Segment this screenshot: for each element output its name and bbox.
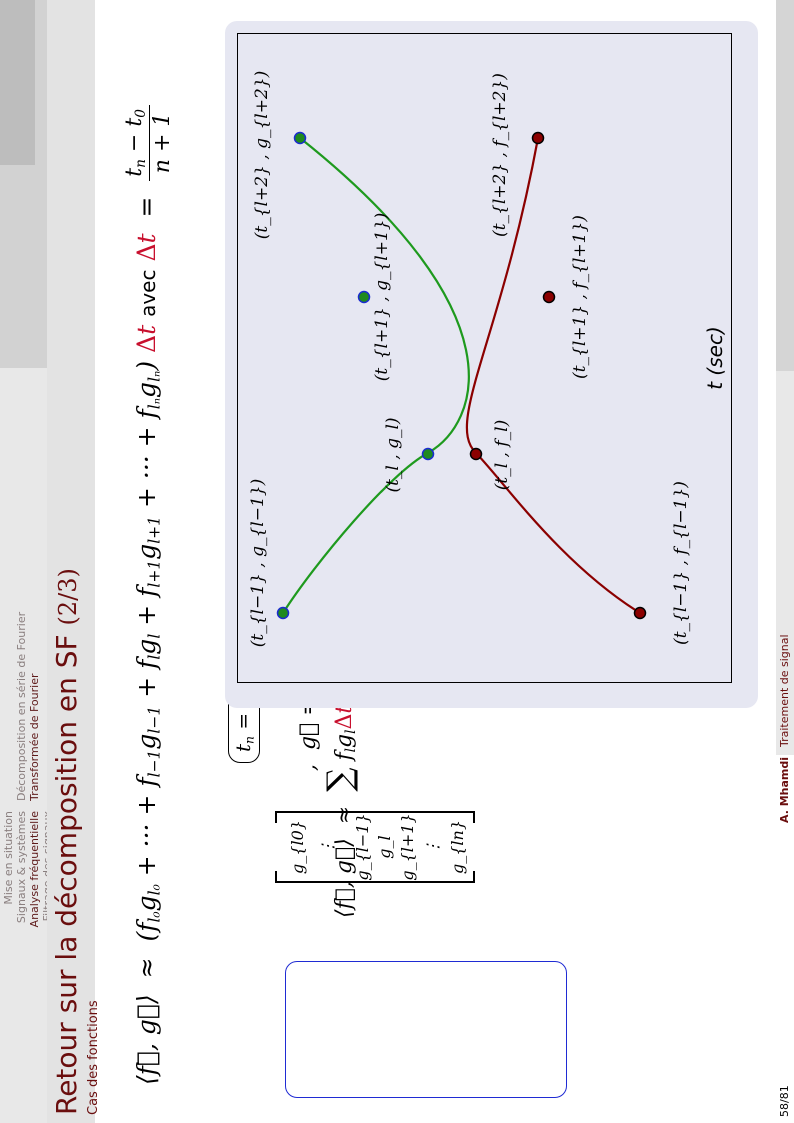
g-point-label: (t_{l−1} , g_{l−1}) (248, 479, 268, 647)
plot-svg: (t_{l−1} , g_{l−1}) (t_l , g_l) (t_{l+1} ,… (248, 71, 727, 647)
vector-g-entry: g_{l0} (288, 820, 307, 874)
g-points (276, 131, 435, 620)
vector-g-entry: g_{l−1} (353, 813, 372, 881)
vector-g-entry: g_l (375, 835, 394, 859)
footer-right (776, 0, 794, 371)
f-data-point (531, 131, 545, 145)
page-number: 58/81 (778, 1085, 791, 1117)
f-point-label: (t_l , f_l) (492, 420, 512, 490)
vector-g-entry: ⋮ (423, 839, 442, 855)
vector-g-entry: g_{l+1} (398, 813, 417, 881)
g-point-label: (t_{l+1} , g_{l+1}) (372, 213, 392, 381)
g-data-point (421, 447, 435, 461)
vector-g: g_{l0} ⋮ g_{l−1} g_l g_{l+1} ⋮ g_{ln} (275, 811, 475, 883)
g-data-point (293, 131, 307, 145)
f-data-point (469, 447, 483, 461)
f-point-label: (t_{l−1} , f_{l−1}) (671, 481, 691, 645)
point-labels: (t_{l−1} , g_{l−1}) (t_l , g_l) (t_{l+1} ,… (248, 71, 691, 647)
g-point-label: (t_{l+2} , g_{l+2}) (252, 71, 272, 239)
vector-g-entry: ⋮ (318, 839, 337, 855)
footer-course: Traitement de signal (778, 634, 791, 747)
f-point-label: (t_{l+1} , f_{l+1}) (570, 215, 590, 379)
f-data-point (542, 290, 556, 304)
x-axis-label: t (sec) (703, 326, 727, 390)
g-data-point (357, 290, 371, 304)
slide: Mise en situation Signaux & systèmes Ana… (0, 0, 794, 1123)
g-data-point (276, 606, 290, 620)
vector-g-entry: g_{ln} (448, 819, 467, 875)
g-point-label: (t_l , g_l) (383, 417, 403, 492)
f-data-point (633, 606, 647, 620)
footer-author: A. Mhamdi (778, 756, 791, 823)
f-point-label: (t_{l+2} , f_{l+2}) (490, 73, 510, 237)
